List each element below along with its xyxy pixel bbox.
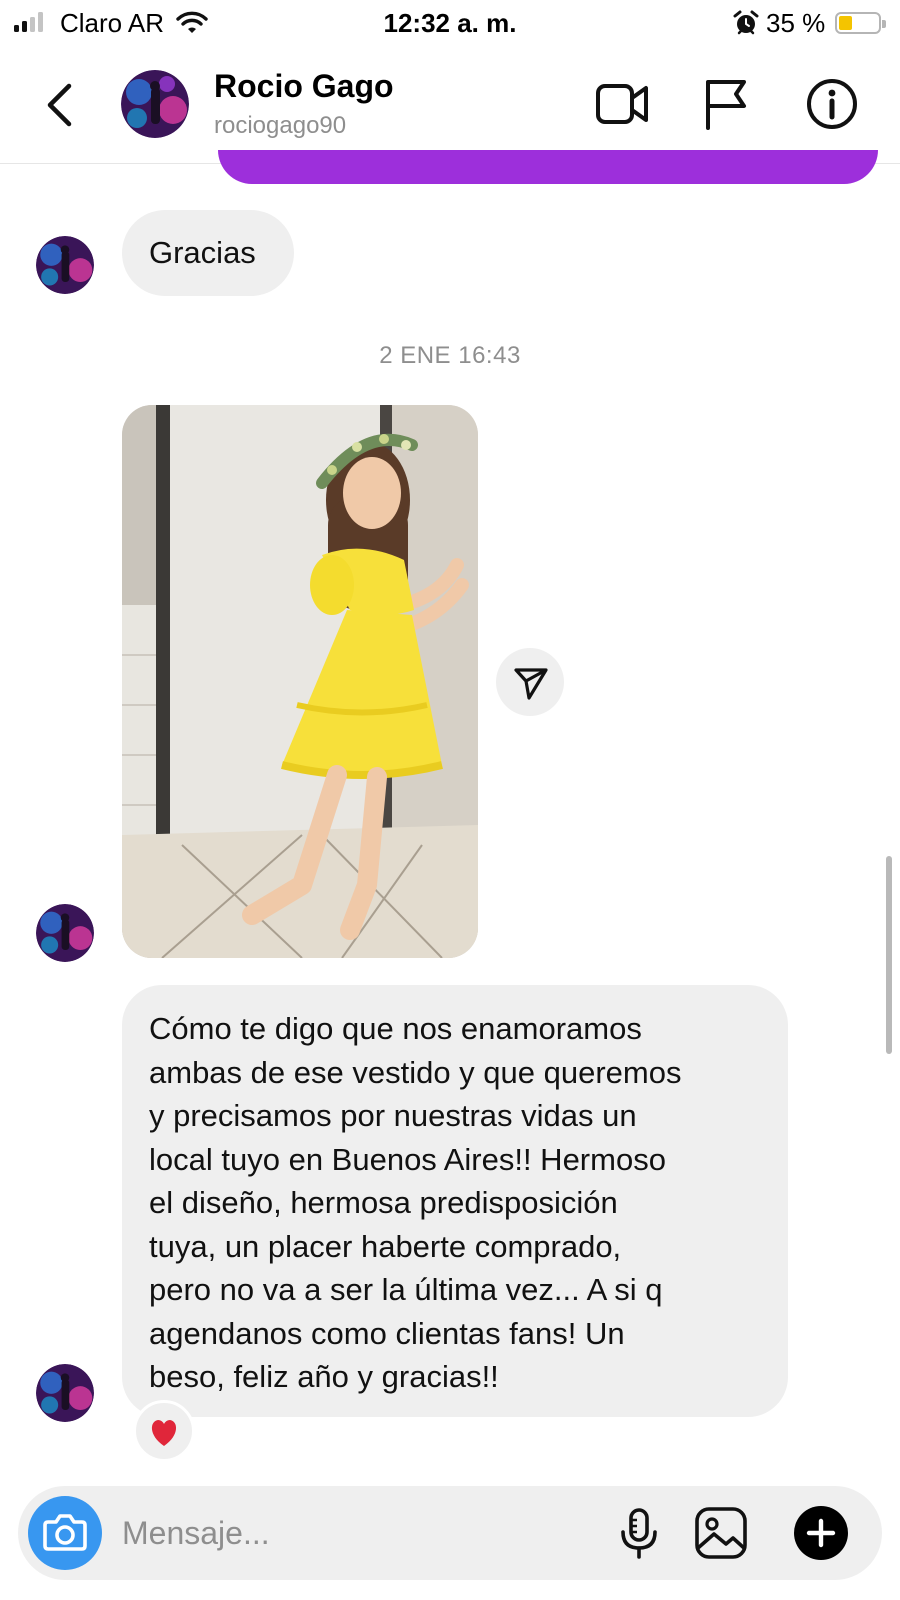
outgoing-message-bubble[interactable] bbox=[218, 150, 878, 184]
gallery-icon[interactable] bbox=[692, 1504, 750, 1562]
plus-icon bbox=[806, 1518, 836, 1548]
plus-button[interactable] bbox=[794, 1506, 848, 1560]
message-input[interactable] bbox=[122, 1508, 612, 1558]
battery-percent: 35 % bbox=[766, 8, 826, 38]
battery-icon bbox=[835, 12, 886, 34]
info-icon[interactable] bbox=[802, 76, 862, 132]
heart-icon bbox=[151, 1420, 177, 1446]
share-button[interactable] bbox=[496, 648, 564, 716]
message-timestamp: 2 ENE 16:43 bbox=[379, 342, 521, 369]
battery-level-fill bbox=[839, 16, 852, 30]
camera-icon bbox=[43, 1514, 87, 1551]
message-composer bbox=[18, 1486, 882, 1580]
camera-button[interactable] bbox=[28, 1496, 102, 1570]
contact-username[interactable]: rociogago90 bbox=[214, 112, 346, 140]
send-icon bbox=[514, 668, 548, 700]
heart-reaction[interactable] bbox=[133, 1400, 195, 1462]
flag-icon[interactable] bbox=[698, 76, 758, 132]
avatar[interactable] bbox=[36, 236, 94, 294]
incoming-message-bubble[interactable]: Gracias bbox=[122, 210, 294, 296]
avatar[interactable] bbox=[121, 70, 189, 138]
photo-message[interactable] bbox=[122, 405, 478, 958]
status-bar: Claro AR 12:32 a. m. 35 % bbox=[0, 0, 900, 46]
avatar[interactable] bbox=[36, 904, 94, 962]
incoming-message-bubble[interactable]: Cómo te digo que nos enamoramos ambas de… bbox=[122, 985, 788, 1417]
contact-name[interactable]: Rocio Gago bbox=[214, 68, 394, 105]
video-call-icon[interactable] bbox=[592, 76, 652, 132]
clock: 12:32 a. m. bbox=[383, 8, 517, 38]
scrollbar[interactable] bbox=[886, 856, 892, 1054]
chat-header: Rocio Gago rociogago90 bbox=[0, 46, 900, 164]
microphone-icon[interactable] bbox=[610, 1504, 668, 1562]
avatar[interactable] bbox=[36, 1364, 94, 1422]
alarm-icon bbox=[733, 10, 759, 35]
back-chevron-icon[interactable] bbox=[38, 76, 82, 134]
